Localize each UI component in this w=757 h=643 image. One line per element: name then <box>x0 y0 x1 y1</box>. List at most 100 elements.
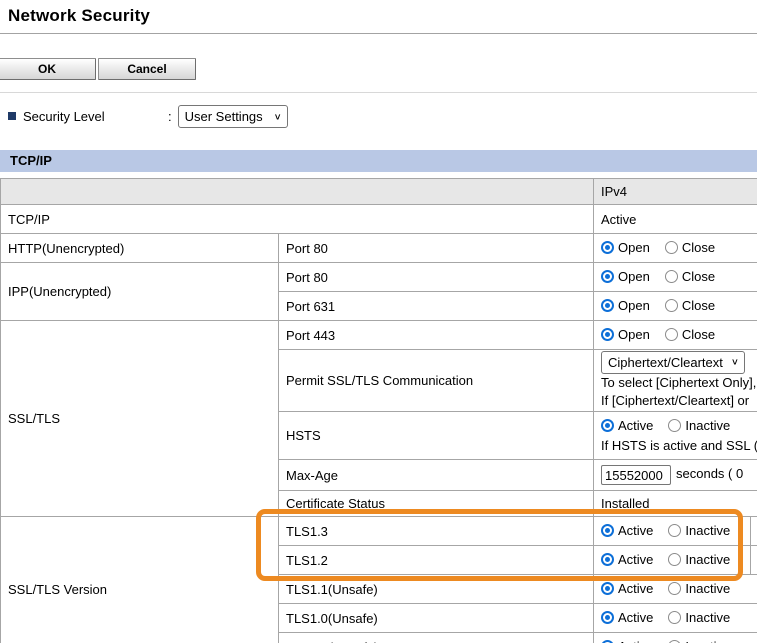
cancel-button[interactable]: Cancel <box>98 58 196 80</box>
page-title: Network Security <box>8 6 150 26</box>
row-sublabel-cell: Certificate Status <box>279 491 594 517</box>
value-cell: Open Close <box>594 263 757 292</box>
select-line: Ciphertext/Cleartext∨ <box>601 351 757 374</box>
radio-line: Active Inactive <box>601 416 757 437</box>
radio-group: Active Inactive <box>601 639 741 643</box>
radio-label[interactable]: Active <box>618 416 653 435</box>
radio-inactive[interactable] <box>668 419 681 432</box>
value-cell: Open Close <box>594 292 757 321</box>
row-sublabel-cell: TLS1.3 <box>279 517 594 546</box>
permit-ssl-tls-select[interactable]: Ciphertext/Cleartext∨ <box>601 351 745 374</box>
security-level-select[interactable]: User Settings ∨ <box>178 105 288 128</box>
row-sublabel-cell: SSL3.0(Unsafe) <box>279 633 594 643</box>
radio-group: Open Close <box>601 327 726 342</box>
radio-group: Active Inactive <box>601 610 741 625</box>
radio-inactive[interactable] <box>668 524 681 537</box>
table-row: IPP(Unencrypted)Port 80OpenClose <box>1 263 757 292</box>
radio-group: Open Close <box>601 298 726 313</box>
radio-label[interactable]: Inactive <box>685 639 730 643</box>
input-suffix-text: seconds ( 0 <box>676 466 743 481</box>
help-text: To select [Ciphertext Only], <box>601 374 757 392</box>
radio-group: Active Inactive <box>601 523 741 538</box>
radio-label[interactable]: Inactive <box>685 610 730 625</box>
radio-label[interactable]: Active <box>618 523 653 538</box>
radio-open[interactable] <box>601 270 614 283</box>
value-text: Active <box>601 212 636 227</box>
radio-close[interactable] <box>665 299 678 312</box>
radio-label[interactable]: Close <box>682 269 715 284</box>
buttons-divider <box>0 92 757 93</box>
radio-open[interactable] <box>601 328 614 341</box>
radio-close[interactable] <box>665 328 678 341</box>
radio-group: Active Inactive <box>601 416 741 435</box>
radio-label[interactable]: Active <box>618 639 653 643</box>
radio-label[interactable]: Inactive <box>685 552 730 567</box>
value-text: Installed <box>601 496 649 511</box>
radio-label[interactable]: Open <box>618 298 650 313</box>
row-sublabel-cell: Max-Age <box>279 460 594 491</box>
radio-inactive[interactable] <box>668 553 681 566</box>
radio-inactive[interactable] <box>668 640 681 643</box>
radio-group: Open Close <box>601 240 726 255</box>
table-cell-empty <box>751 546 757 575</box>
max-age-input[interactable] <box>601 465 671 485</box>
row-sublabel-cell: HSTS <box>279 412 594 460</box>
radio-label[interactable]: Open <box>618 327 650 342</box>
value-cell: Ciphertext/Cleartext∨To select [Cipherte… <box>594 350 757 412</box>
radio-active[interactable] <box>601 640 614 643</box>
radio-label[interactable]: Open <box>618 269 650 284</box>
radio-inactive[interactable] <box>668 611 681 624</box>
table-row: HTTP(Unencrypted)Port 80OpenClose <box>1 234 757 263</box>
row-sublabel-cell: Port 80 <box>279 234 594 263</box>
row-label-cell: SSL/TLS Version <box>1 517 279 643</box>
radio-label[interactable]: Active <box>618 610 653 625</box>
value-cell: Active Inactive <box>594 575 757 604</box>
row-sublabel-cell: TLS1.0(Unsafe) <box>279 604 594 633</box>
value-text: IPv4 <box>601 184 627 199</box>
radio-label[interactable]: Inactive <box>685 581 730 596</box>
radio-close[interactable] <box>665 241 678 254</box>
row-sublabel-cell: Port 80 <box>279 263 594 292</box>
value-cell: Active Inactive <box>594 546 751 575</box>
radio-close[interactable] <box>665 270 678 283</box>
radio-label[interactable]: Active <box>618 581 653 596</box>
radio-label[interactable]: Close <box>682 327 715 342</box>
radio-active[interactable] <box>601 419 614 432</box>
radio-label[interactable]: Active <box>618 552 653 567</box>
action-buttons: OK Cancel <box>0 58 196 80</box>
row-label-cell <box>1 179 594 205</box>
radio-label[interactable]: Inactive <box>685 416 730 435</box>
table-row: SSL/TLS VersionTLS1.3ActiveInactive <box>1 517 757 546</box>
security-level-separator: : <box>168 109 172 124</box>
table-row: SSL/TLSPort 443OpenClose <box>1 321 757 350</box>
value-cell: Active Inactive <box>594 633 757 643</box>
value-cell: seconds ( 0 <box>594 460 757 491</box>
radio-active[interactable] <box>601 524 614 537</box>
radio-group: Open Close <box>601 269 726 284</box>
table-cell-empty <box>751 517 757 546</box>
help-text: If [Ciphertext/Cleartext] or <box>601 392 757 410</box>
radio-open[interactable] <box>601 299 614 312</box>
row-sublabel-cell: TLS1.1(Unsafe) <box>279 575 594 604</box>
radio-label[interactable]: Open <box>618 240 650 255</box>
table-row: TCP/IPActive <box>1 205 757 234</box>
value-cell: IPv4 <box>594 179 757 205</box>
radio-active[interactable] <box>601 553 614 566</box>
row-label-cell: IPP(Unencrypted) <box>1 263 279 321</box>
radio-active[interactable] <box>601 611 614 624</box>
radio-active[interactable] <box>601 582 614 595</box>
permit-ssl-tls-value: Ciphertext/Cleartext <box>608 353 723 372</box>
radio-inactive[interactable] <box>668 582 681 595</box>
ok-button[interactable]: OK <box>0 58 96 80</box>
security-level-label: Security Level <box>23 109 168 124</box>
security-level-value: User Settings <box>185 109 263 124</box>
value-cell: Installed <box>594 491 757 517</box>
radio-label[interactable]: Close <box>682 298 715 313</box>
row-sublabel-cell: Port 631 <box>279 292 594 321</box>
radio-open[interactable] <box>601 241 614 254</box>
table-header-row: IPv4 <box>1 179 757 205</box>
row-sublabel-cell: Port 443 <box>279 321 594 350</box>
radio-label[interactable]: Close <box>682 240 715 255</box>
radio-label[interactable]: Inactive <box>685 523 730 538</box>
value-cell: Active Inactive <box>594 604 757 633</box>
